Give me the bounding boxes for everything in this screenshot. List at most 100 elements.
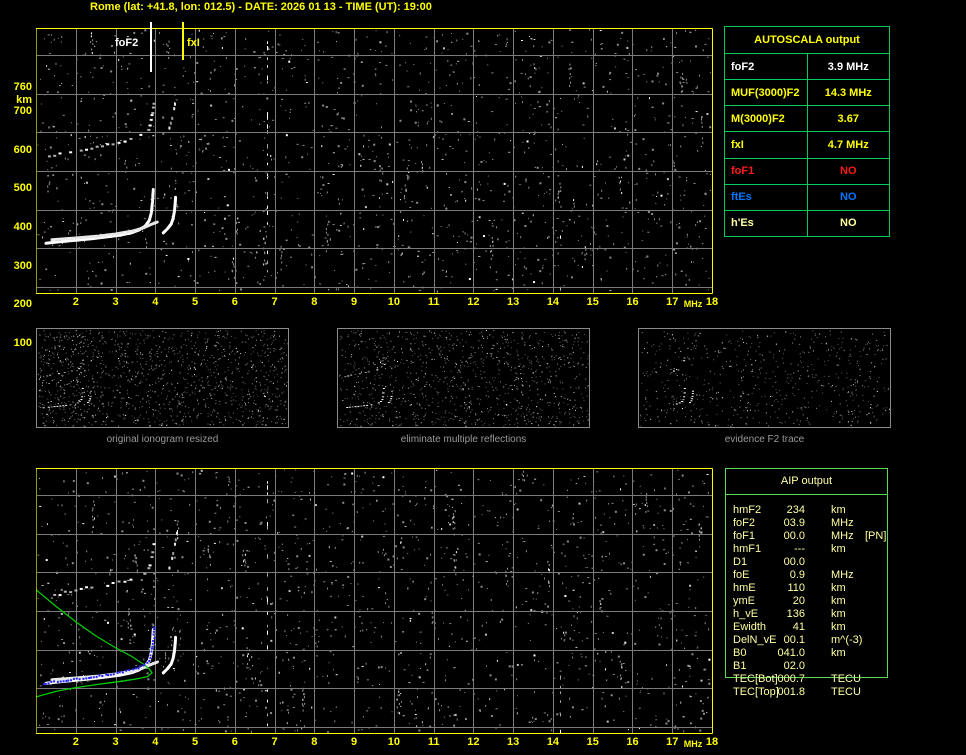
autoscala-row-value: NO xyxy=(806,209,890,238)
autoscala-row-label: h'Es xyxy=(724,209,808,238)
x-tick-label: 10 xyxy=(387,296,400,308)
page-title: Rome (lat: +41.8, lon: 012.5) - DATE: 20… xyxy=(90,1,432,13)
x-tick-label: 6 xyxy=(231,296,238,308)
aip-row-u: km xyxy=(831,504,846,516)
y-tick-label: 600 xyxy=(13,143,32,156)
aip-row: B1 02.0 xyxy=(725,660,895,673)
aip-row-u: km xyxy=(831,543,846,555)
x-tick-label: 9 xyxy=(351,736,358,748)
aip-row-v: 234 xyxy=(786,504,805,516)
autoscala-row-value: NO xyxy=(806,157,890,185)
aip-row-u: TECU xyxy=(831,673,861,685)
autoscala-row-label: MUF(3000)F2 xyxy=(724,79,808,107)
x-tick-label: 7 xyxy=(271,736,278,748)
aip-row-u: km xyxy=(831,582,846,594)
aip-row-v: 20 xyxy=(792,595,805,607)
foF2-marker-label: foF2 xyxy=(115,37,139,49)
aip-table-header: AIP output xyxy=(780,475,833,487)
aip-row: ymE 20 km xyxy=(725,595,895,608)
autoscala-row-value: 4.7 MHz xyxy=(806,131,890,159)
aip-row-v: 136 xyxy=(786,608,805,620)
thumbnail-caption-3: evidence F2 trace xyxy=(724,434,805,445)
aip-row-u: km xyxy=(831,608,846,620)
fxI-marker-line xyxy=(182,22,184,60)
aip-row: Ewidth 41 km xyxy=(725,621,895,634)
autoscala-row-label: foF1 xyxy=(724,157,808,185)
autoscala-output-table: AUTOSCALA output foF2 3.9 MHz MUF(3000)F2 1… xyxy=(724,26,890,238)
aip-row-l: hmE xyxy=(733,582,756,594)
aip-row-n: [PN] xyxy=(865,530,887,542)
autoscala-row: ftEs NO xyxy=(724,183,890,211)
autoscala-row: foF2 3.9 MHz xyxy=(724,52,890,81)
x-tick-label: 15 xyxy=(586,296,599,308)
y-tick-label: 300 xyxy=(13,259,32,272)
autoscala-row-value: NO xyxy=(806,183,890,211)
x-tick-label: 9 xyxy=(351,296,358,308)
autoscala-row-value: 3.9 MHz xyxy=(806,52,890,81)
aip-header-divider xyxy=(725,494,888,495)
x-axis-unit-label: MHz xyxy=(683,739,703,749)
aip-row-v: 00.0 xyxy=(783,556,805,568)
x-tick-label: 2 xyxy=(72,736,79,748)
x-tick-label: 16 xyxy=(626,296,639,308)
aip-row-l: hmF1 xyxy=(733,543,762,555)
x-tick-label: 13 xyxy=(507,736,520,748)
x-tick-label: 6 xyxy=(231,736,238,748)
x-tick-label: 2 xyxy=(72,296,79,308)
aip-row-u: km xyxy=(831,621,846,633)
aip-row-l: h_vE xyxy=(733,608,759,620)
autoscala-row: MUF(3000)F2 14.3 MHz xyxy=(724,79,890,107)
aip-row-v: 041.0 xyxy=(777,647,805,659)
aip-row-l: foF2 xyxy=(733,517,756,529)
aip-row-u: TECU xyxy=(831,686,861,698)
autoscala-row: fxI 4.7 MHz xyxy=(724,131,890,159)
aip-row-v: --- xyxy=(794,543,805,555)
fxI-marker-label: fxI xyxy=(187,37,200,49)
x-tick-label: 13 xyxy=(507,296,520,308)
aip-row: B0 041.0 km xyxy=(725,647,895,660)
y-tick-label: 760 xyxy=(13,81,32,93)
y-tick-label: 400 xyxy=(13,221,32,233)
autoscala-row-label: fxI xyxy=(724,131,808,159)
aip-row-v: 02.0 xyxy=(783,660,805,672)
aip-row: hmF2 234 km xyxy=(725,504,895,517)
aip-row-u: MHz xyxy=(831,530,854,542)
y-tick-label: 500 xyxy=(13,182,32,195)
x-tick-label: 10 xyxy=(387,736,400,748)
y-tick-label: 700 xyxy=(13,105,32,117)
x-tick-label: 11 xyxy=(427,296,440,308)
aip-row-u: MHz xyxy=(831,569,854,581)
aip-row-u: km xyxy=(831,647,846,659)
aip-row-v: 41 xyxy=(792,621,805,633)
aip-row-l: ymE xyxy=(733,595,755,607)
aip-row-v: 00.0 xyxy=(783,530,805,542)
aip-row-l: hmF2 xyxy=(733,504,762,516)
x-tick-label: 4 xyxy=(152,736,159,748)
aip-row-v: 001.8 xyxy=(777,686,805,698)
autoscala-row: foF1 NO xyxy=(724,157,890,185)
thumbnail-evidence-f2-trace xyxy=(638,328,891,428)
x-tick-label: 11 xyxy=(427,736,440,748)
ionogram-plot-bottom xyxy=(36,468,713,734)
aip-row: h_vE 136 km xyxy=(725,608,895,621)
autoscala-output-screen: Rome (lat: +41.8, lon: 012.5) - DATE: 20… xyxy=(0,0,966,755)
aip-row: hmE 110 km xyxy=(725,582,895,595)
aip-row: foF1 00.0 MHz [PN] xyxy=(725,530,895,543)
aip-row-l: B1 xyxy=(733,660,747,672)
autoscala-row-value: 3.67 xyxy=(806,105,890,133)
aip-row-l: foF1 xyxy=(733,530,756,542)
x-tick-label: 3 xyxy=(112,736,119,748)
aip-row-v: 110 xyxy=(787,582,805,594)
aip-row: foE 0.9 MHz xyxy=(725,569,895,582)
y-tick-label: 100 xyxy=(13,337,32,349)
x-tick-label: 3 xyxy=(112,296,119,308)
aip-row-l: foE xyxy=(733,569,750,581)
autoscala-row: M(3000)F2 3.67 xyxy=(724,105,890,133)
aip-row-l: B0 xyxy=(733,647,747,659)
x-axis-unit-label: MHz xyxy=(683,299,703,309)
aip-row-v: 03.9 xyxy=(783,517,805,529)
x-tick-label: 17 xyxy=(666,296,679,308)
aip-row-u: km xyxy=(831,595,846,607)
aip-row: TEC[Top] 001.8 TECU xyxy=(725,686,895,699)
aip-row-l: D1 xyxy=(733,556,748,568)
